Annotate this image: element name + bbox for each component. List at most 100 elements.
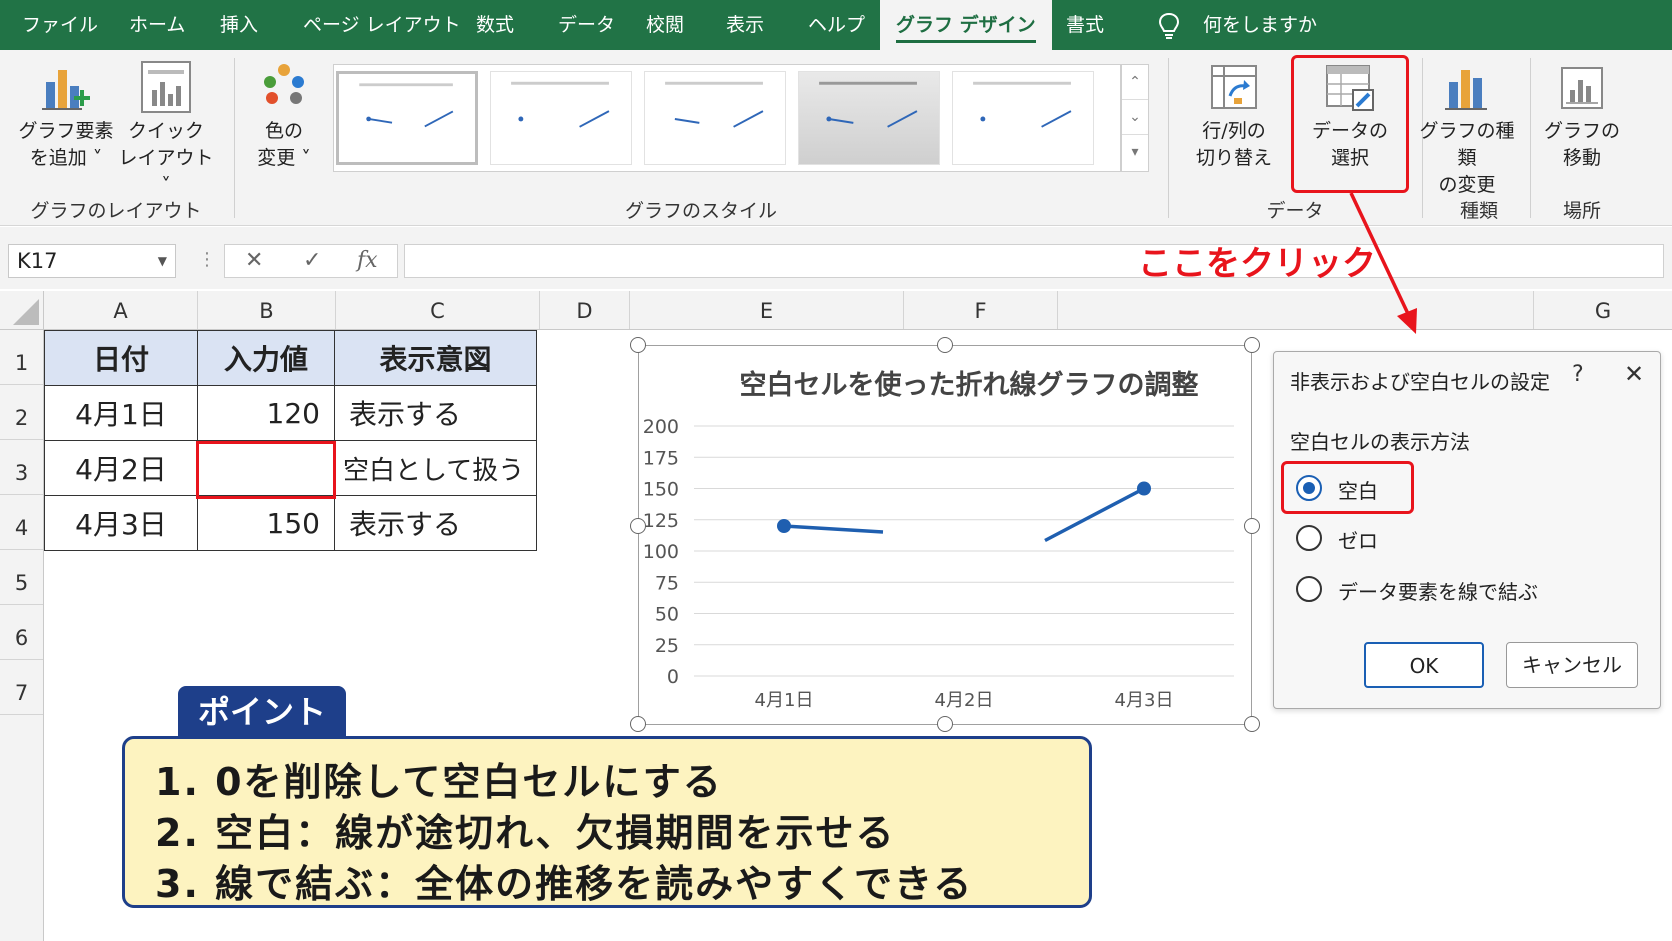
close-icon[interactable]: ✕ xyxy=(1624,360,1644,388)
resize-handle-top-right[interactable] xyxy=(1244,337,1260,353)
quick-layout-button[interactable]: クイック レイアウト ˅ xyxy=(114,60,218,199)
formula-bar-grip-icon: ⋮ xyxy=(198,249,216,270)
chart-title[interactable]: 空白セルを使った折れ線グラフの調整 xyxy=(740,369,1199,401)
row-header-6[interactable]: 6 xyxy=(0,605,43,660)
cell-value[interactable]: 150 xyxy=(197,495,335,551)
chart-gridlines xyxy=(694,425,1234,677)
row-header-2[interactable]: 2 xyxy=(0,385,43,440)
chart-style-5[interactable] xyxy=(952,71,1094,165)
header-cell-input[interactable]: 入力値 xyxy=(197,330,335,386)
cell-intent[interactable]: 表示する xyxy=(334,495,537,551)
line-chart[interactable]: 空白セルを使った折れ線グラフの調整 200 175 150 125 100 75 50 25 0… xyxy=(638,345,1252,725)
blank-option-highlight xyxy=(1281,461,1414,514)
ok-button[interactable]: OK xyxy=(1364,642,1484,688)
chart-style-4[interactable] xyxy=(798,71,940,165)
column-header-g[interactable]: G xyxy=(1534,291,1672,329)
move-chart-label-2: 移動 xyxy=(1562,147,1601,169)
name-box-dropdown-icon[interactable]: ▼ xyxy=(158,245,167,277)
active-tab-underline xyxy=(896,40,1036,43)
gallery-scroll[interactable]: ⌃ ⌄ ▾ xyxy=(1121,64,1149,172)
add-chart-element-button[interactable]: グラフ要素 を追加 ˅ xyxy=(12,60,120,172)
tell-me-search[interactable]: 何をしますか xyxy=(1203,0,1317,50)
name-box-value: K17 xyxy=(17,249,58,273)
cell-date[interactable]: 4月2日 xyxy=(44,440,198,496)
cell-date[interactable]: 4月3日 xyxy=(44,495,198,551)
name-box[interactable]: K17 ▼ xyxy=(8,244,176,278)
cell-value[interactable]: 120 xyxy=(197,385,335,441)
point-box: 1. 0を削除して空白セルにする 2. 空白：線が途切れ、欠損期間を示せる 3.… xyxy=(122,736,1092,908)
table-header-row: 日付 入力値 表示意図 xyxy=(44,330,537,386)
tab-chart-design-label: グラフ デザイン xyxy=(896,14,1036,36)
dialog-title: 非表示および空白セルの設定 xyxy=(1290,370,1550,394)
row-headers: 1 2 3 4 5 6 7 xyxy=(0,330,44,941)
quick-layout-icon xyxy=(141,61,191,113)
gallery-scroll-down-icon[interactable]: ⌄ xyxy=(1122,100,1148,135)
enter-icon[interactable]: ✓ xyxy=(303,245,321,277)
tab-home[interactable]: ホーム xyxy=(129,0,185,50)
cell-intent[interactable]: 表示する xyxy=(334,385,537,441)
formula-input[interactable] xyxy=(404,244,1664,278)
move-chart-button[interactable]: グラフの 移動 xyxy=(1536,62,1628,172)
tab-insert[interactable]: 挿入 xyxy=(220,0,258,50)
help-icon[interactable]: ? xyxy=(1572,362,1584,387)
gallery-scroll-up-icon[interactable]: ⌃ xyxy=(1122,65,1148,100)
fx-icon[interactable]: fx xyxy=(357,245,378,277)
add-chart-element-label-2: を追加 ˅ xyxy=(29,147,103,169)
column-header-f[interactable]: F xyxy=(904,291,1058,329)
column-header-b[interactable]: B xyxy=(198,291,336,329)
hidden-empty-cells-dialog: 非表示および空白セルの設定 ? ✕ 空白セルの表示方法 空白 ゼロ データ要素を… xyxy=(1273,351,1661,709)
gallery-more-icon[interactable]: ▾ xyxy=(1122,135,1148,170)
resize-handle-bottom-left[interactable] xyxy=(630,716,646,732)
chart-style-2[interactable] xyxy=(490,71,632,165)
cell-date[interactable]: 4月1日 xyxy=(44,385,198,441)
lightbulb-icon xyxy=(1158,12,1180,39)
chart-style-1[interactable] xyxy=(336,71,478,165)
tab-chart-design[interactable]: グラフ デザイン xyxy=(880,0,1052,52)
header-cell-intent[interactable]: 表示意図 xyxy=(334,330,537,386)
resize-handle-top-left[interactable] xyxy=(630,337,646,353)
resize-handle-top[interactable] xyxy=(937,337,953,353)
x-tick-label: 4月3日 xyxy=(1115,690,1174,711)
tab-view[interactable]: 表示 xyxy=(726,0,764,50)
cell-intent[interactable]: 空白として扱う xyxy=(334,440,537,496)
header-cell-date[interactable]: 日付 xyxy=(44,330,198,386)
row-header-7[interactable]: 7 xyxy=(0,660,43,715)
column-header-e[interactable]: E xyxy=(630,291,904,329)
tab-formulas[interactable]: 数式 xyxy=(476,0,514,50)
cancel-button[interactable]: キャンセル xyxy=(1506,642,1638,688)
radio-icon[interactable] xyxy=(1296,525,1322,551)
column-header-a[interactable]: A xyxy=(44,291,198,329)
row-header-5[interactable]: 5 xyxy=(0,550,43,605)
tab-page-layout[interactable]: ページ レイアウト xyxy=(303,0,461,50)
tab-review[interactable]: 校閲 xyxy=(646,0,684,50)
row-header-3[interactable]: 3 xyxy=(0,440,43,495)
row-header-1[interactable]: 1 xyxy=(0,330,43,385)
resize-handle-left[interactable] xyxy=(630,518,646,534)
color-palette-icon xyxy=(264,64,304,104)
change-chart-type-button[interactable]: グラフの種類 の変更 xyxy=(1412,62,1522,199)
chart-series[interactable] xyxy=(777,481,1151,543)
tab-data[interactable]: データ xyxy=(558,0,615,50)
quick-layout-label-2: レイアウト ˅ xyxy=(118,147,214,196)
group-label-chart-layout: グラフのレイアウト xyxy=(30,200,202,222)
resize-handle-bottom[interactable] xyxy=(937,716,953,732)
radio-icon[interactable] xyxy=(1296,576,1322,602)
tab-help[interactable]: ヘルプ xyxy=(808,0,865,50)
y-tick-label: 100 xyxy=(643,541,679,563)
change-colors-button[interactable]: 色の 変更 ˅ xyxy=(242,60,326,172)
switch-row-column-button[interactable]: 行/列の 切り替え xyxy=(1184,62,1284,172)
cancel-icon[interactable]: ✕ xyxy=(245,245,263,277)
select-all-corner[interactable] xyxy=(0,291,44,329)
point-heading: ポイント xyxy=(178,686,346,738)
radio-label-connect: データ要素を線で結ぶ xyxy=(1338,580,1538,604)
group-separator xyxy=(1168,58,1169,218)
chart-style-3[interactable] xyxy=(644,71,786,165)
row-header-4[interactable]: 4 xyxy=(0,495,43,550)
resize-handle-bottom-right[interactable] xyxy=(1244,716,1260,732)
tab-format[interactable]: 書式 xyxy=(1066,0,1104,50)
resize-handle-right[interactable] xyxy=(1244,518,1260,534)
column-header-d[interactable]: D xyxy=(540,291,630,329)
column-header-blank[interactable] xyxy=(1058,291,1534,329)
tab-file[interactable]: ファイル xyxy=(22,0,98,50)
column-header-c[interactable]: C xyxy=(336,291,540,329)
